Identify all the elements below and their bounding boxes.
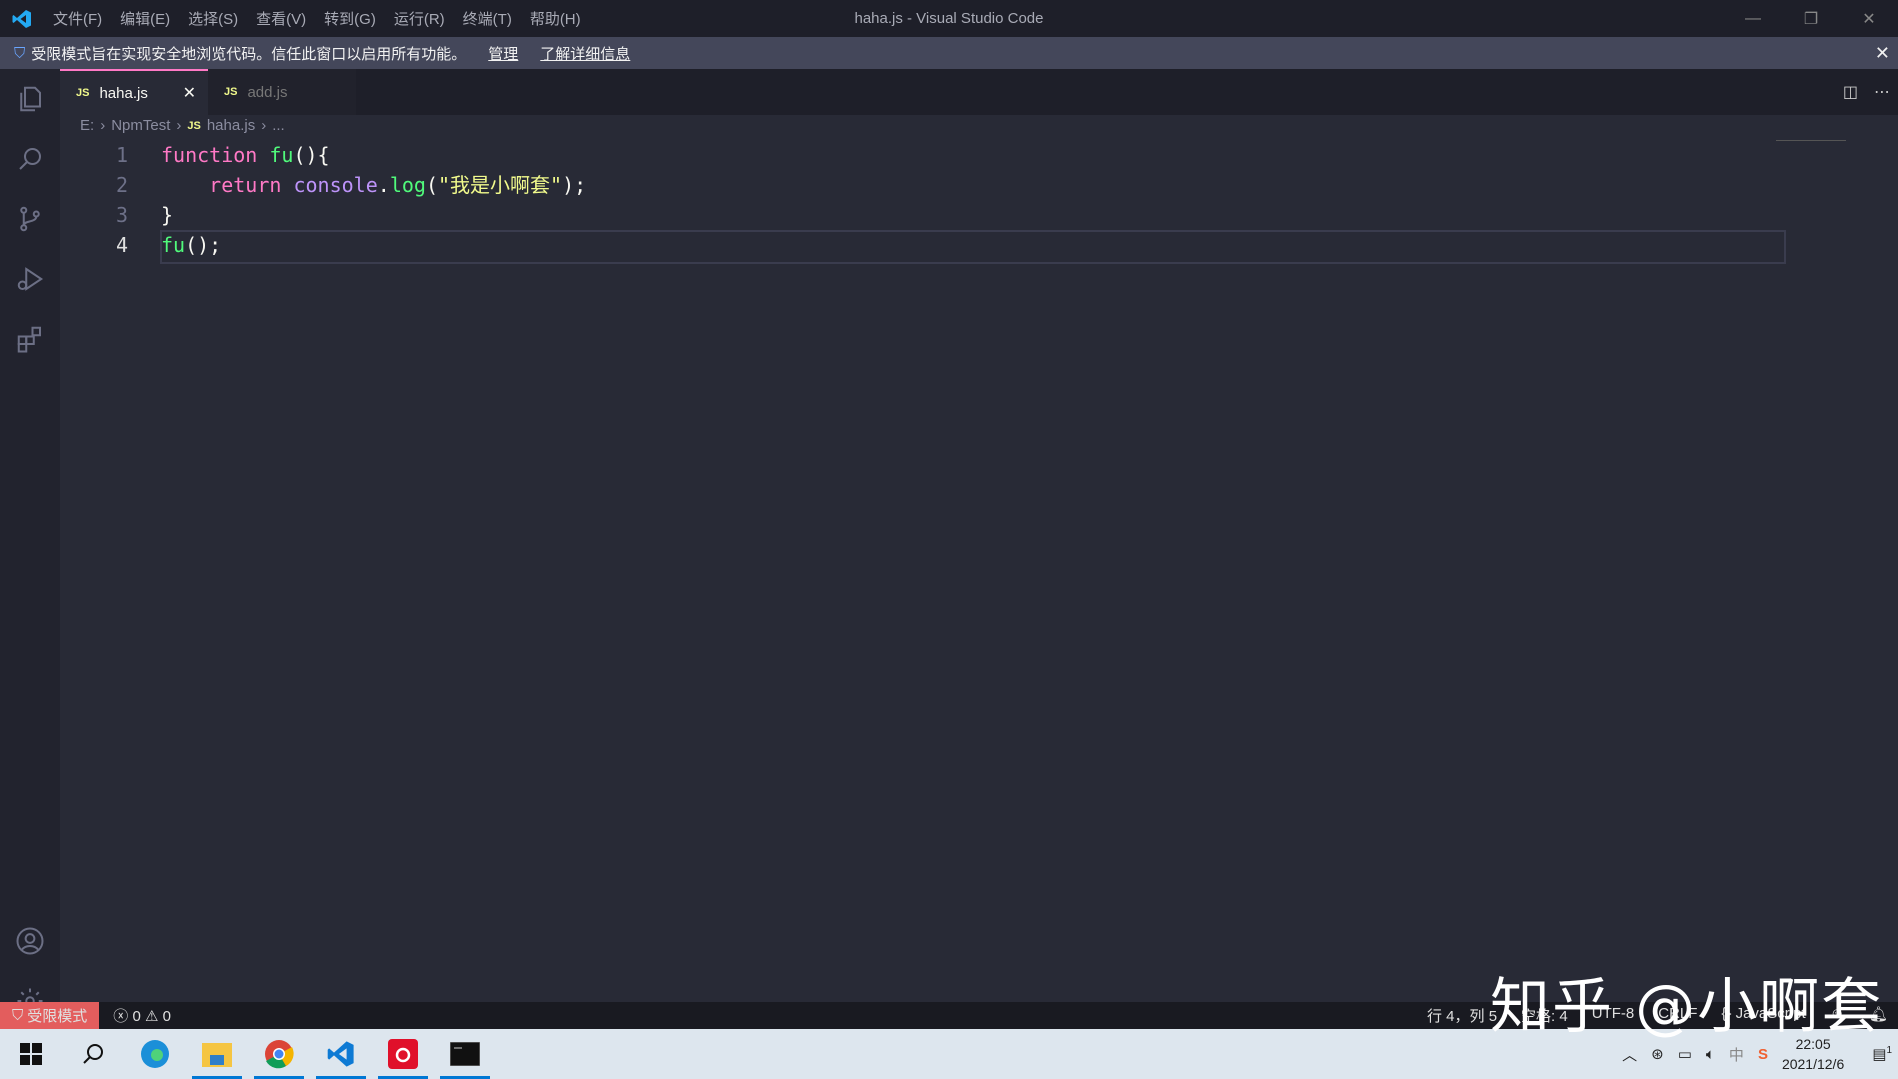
more-actions-icon[interactable]: ⋯ [1874,82,1890,102]
explorer-icon[interactable] [0,69,60,129]
time: 22:05 [1795,1036,1831,1052]
minimize-button[interactable]: — [1724,0,1782,37]
windows-start-icon[interactable] [0,1029,62,1079]
netease-music-icon[interactable] [372,1029,434,1079]
minimap[interactable] [1776,140,1846,144]
chrome-icon[interactable] [248,1029,310,1079]
shield-icon: ⛉ [14,44,26,62]
code-editor[interactable]: 1 function fu(){ 2 return console.log("我是… [60,140,1898,264]
accounts-icon[interactable] [0,911,60,971]
line-number: 2 [115,173,128,197]
encoding[interactable]: UTF-8 [1592,1005,1635,1026]
close-banner-icon[interactable]: ✕ [1875,43,1890,64]
feedback-icon[interactable]: ☺ [1830,1005,1845,1026]
ime-indicator[interactable]: 中 [1729,1044,1744,1065]
close-tab-icon[interactable]: ✕ [183,83,196,103]
show-hidden-icons-chevron-icon[interactable]: ︿ [1622,1044,1637,1065]
code-line: 3} [60,200,1898,230]
vscode-logo-icon [0,9,44,29]
restricted-label: 受限模式 [27,1008,88,1025]
code-line: 1 function fu(){ [60,140,1898,170]
js-file-icon: JS [187,119,201,132]
breadcrumb-folder[interactable]: NpmTest [111,117,170,134]
title-bar: 文件(F) 编辑(E) 选择(S) 查看(V) 转到(G) 运行(R) 终端(T) 帮助(H)… [0,0,1898,37]
error-count: 0 [132,1008,141,1025]
line-number: 1 [115,143,128,167]
js-file-icon: JS [224,86,238,98]
menu-go[interactable]: 转到(G) [324,11,376,28]
indentation[interactable]: 空格: 4 [1521,1005,1568,1026]
bell-icon[interactable]: 🔔︎ [1869,1005,1888,1026]
code-line: 2 return console.log("我是小啊套"); [60,170,1898,200]
learn-more-link[interactable]: 了解详细信息 [540,43,630,64]
js-file-icon: JS [76,87,90,99]
run-debug-icon[interactable] [0,249,60,309]
search-icon[interactable] [0,129,60,189]
breadcrumb-drive[interactable]: E: [80,117,94,134]
edge-icon[interactable] [124,1029,186,1079]
terminal-icon[interactable] [434,1029,496,1079]
status-bar: ⛉ 受限模式 ⓧ 0 ⚠ 0 行 4，列 5 空格: 4 UTF-8 CRLF {… [0,1002,1898,1029]
sogou-ime-icon[interactable]: S [1758,1046,1768,1063]
split-editor-icon[interactable]: ◫ [1843,82,1858,102]
menu-terminal[interactable]: 终端(T) [463,11,512,28]
language-mode[interactable]: {} JavaScript [1721,1005,1805,1026]
breadcrumb-symbol[interactable]: ... [272,117,285,134]
menu-edit[interactable]: 编辑(E) [120,11,170,28]
tab-label: add.js [247,83,288,101]
search-icon[interactable] [62,1029,124,1079]
tab-add-js[interactable]: JS add.js [208,69,356,115]
line-number: 3 [115,203,128,227]
volume-icon[interactable]: 🔈︎ [1706,1046,1715,1063]
menu-help[interactable]: 帮助(H) [530,11,581,28]
warning-count: 0 [162,1008,171,1025]
battery-icon[interactable]: ▭ [1678,1045,1692,1063]
menu-selection[interactable]: 选择(S) [188,11,238,28]
menu-file[interactable]: 文件(F) [53,11,102,28]
date: 2021/12/6 [1781,1056,1845,1072]
problems-status[interactable]: ⓧ 0 ⚠ 0 [113,1005,171,1026]
taskbar: ︿ ⊛ ▭ 🔈︎ 中 S 22:05 2021/12/6 ▤1 [0,1029,1898,1079]
banner-text: 受限模式旨在实现安全地浏览代码。信任此窗口以启用所有功能。 [31,45,467,63]
manage-link[interactable]: 管理 [488,43,518,64]
menu-run[interactable]: 运行(R) [394,11,445,28]
extensions-icon[interactable] [0,309,60,369]
restore-button[interactable]: ❐ [1782,0,1840,37]
line-ending[interactable]: CRLF [1658,1005,1697,1026]
cursor-position[interactable]: 行 4，列 5 [1427,1005,1497,1026]
tab-label: haha.js [99,84,148,102]
restricted-mode-banner: ⛉ 受限模式旨在实现安全地浏览代码。信任此窗口以启用所有功能。 管理 了解详细信… [0,37,1898,69]
breadcrumb: E: › NpmTest › JS haha.js › ... [80,117,285,134]
menu-view[interactable]: 查看(V) [256,11,306,28]
breadcrumb-file[interactable]: haha.js [207,117,255,134]
shield-icon: ⛉ [12,1007,24,1024]
vscode-taskbar-icon[interactable] [310,1029,372,1079]
tab-haha-js[interactable]: JS haha.js ✕ [60,69,208,115]
menu-bar: 文件(F) 编辑(E) 选择(S) 查看(V) 转到(G) 运行(R) 终端(T) 帮助(H) [44,8,590,29]
source-control-icon[interactable] [0,189,60,249]
notification-count: 1 [1886,1045,1892,1056]
close-window-button[interactable]: ✕ [1840,0,1898,37]
editor-tabs: JS haha.js ✕ JS add.js [60,69,1898,115]
code-line-current: 4 fu(); [60,230,1898,264]
restricted-mode-status[interactable]: ⛉ 受限模式 [0,1002,100,1029]
clock[interactable]: 22:05 2021/12/6 [1782,1034,1844,1074]
activity-bar [0,69,60,1014]
line-number: 4 [115,233,128,257]
warning-icon: ⚠ [144,1008,159,1025]
notification-center-icon[interactable]: ▤1 [1872,1045,1892,1063]
error-icon: ⓧ [113,1008,129,1025]
file-explorer-icon[interactable] [186,1029,248,1079]
network-app-icon[interactable]: ⊛ [1651,1045,1664,1063]
